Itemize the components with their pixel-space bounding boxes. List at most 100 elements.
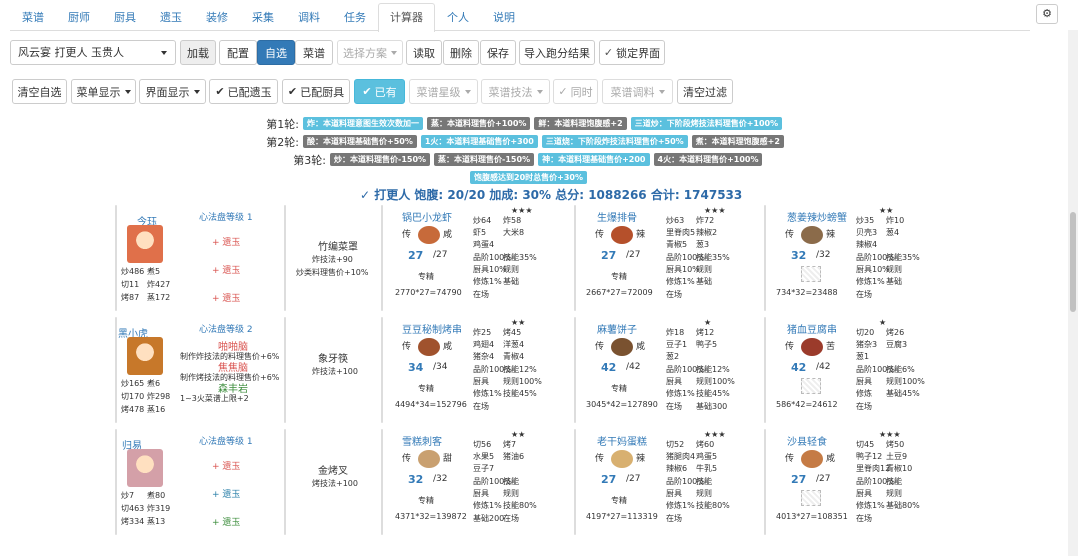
recipe-bonus: 基础: [503, 277, 519, 286]
tool-equipped-toggle[interactable]: ✔ 已配厨具: [282, 79, 350, 104]
rule-badge: 酸：本道料理基础售价+50%: [303, 135, 417, 148]
recipe-card[interactable]: [764, 317, 766, 423]
recipe-material: 猪杂3: [856, 340, 878, 349]
recipe-material: 炸18: [666, 328, 685, 337]
tab-4[interactable]: 装修: [194, 3, 240, 31]
recipe-image: [418, 450, 440, 468]
read-button[interactable]: 读取: [406, 40, 442, 65]
recipe-card[interactable]: [574, 205, 576, 311]
tool-effect: 炸技法+100: [312, 367, 358, 376]
recipe-material: 炸72: [696, 216, 715, 225]
clear-filter-button[interactable]: 清空过滤: [677, 79, 733, 104]
chef-avatar: [127, 225, 163, 263]
load-button[interactable]: 加载: [180, 40, 216, 65]
tool-card[interactable]: [284, 429, 286, 535]
tab-7[interactable]: 任务: [332, 3, 378, 31]
recipe-quality: 传: [595, 230, 605, 240]
rule-badge: 1火：本道料理基础售价+300: [420, 135, 538, 148]
gem-slot[interactable]: + 遗玉: [212, 515, 240, 528]
recipe-card[interactable]: [574, 429, 576, 535]
gem-slot[interactable]: + 遗玉: [212, 235, 240, 248]
ui-show-dropdown[interactable]: 界面显示: [139, 79, 206, 104]
recipe-season-dropdown[interactable]: 菜谱调料: [602, 79, 673, 104]
tab-1[interactable]: 厨师: [56, 3, 102, 31]
recipe-star-dropdown[interactable]: 菜谱星级: [409, 79, 478, 104]
recipe-material: 辣椒2: [696, 228, 718, 237]
recipe-material: 炒35: [856, 216, 875, 225]
recipe-bonus: 修炼1%: [666, 389, 695, 398]
owned-label: 已有: [374, 85, 397, 99]
chef-stat: 烤87: [121, 293, 140, 302]
recipe-place: 在场: [666, 402, 682, 411]
recipe-material: 炸58: [503, 216, 522, 225]
check-icon: ✔: [287, 85, 298, 98]
import-result-button[interactable]: 导入跑分结果: [519, 40, 595, 65]
chef-stat: 烤478: [121, 405, 145, 414]
scheme-dropdown[interactable]: 选择方案: [337, 40, 403, 65]
recipe-card[interactable]: [764, 205, 766, 311]
gem-slot[interactable]: + 遗玉: [212, 263, 240, 276]
chef-card[interactable]: [115, 317, 117, 423]
chef-card[interactable]: [115, 429, 117, 535]
recipe-skill-label: 菜谱技法: [488, 85, 533, 99]
menu-show-dropdown[interactable]: 菜单显示: [71, 79, 136, 104]
owned-toggle[interactable]: ✔ 已有: [354, 79, 405, 104]
tab-0[interactable]: 菜谱: [10, 3, 56, 31]
check-icon: ✔: [362, 85, 372, 98]
same-time-toggle[interactable]: ✓ 同时: [553, 79, 598, 104]
tab-5[interactable]: 采集: [240, 3, 286, 31]
gem-slot[interactable]: + 遗玉: [212, 487, 240, 500]
recipe-card[interactable]: [574, 317, 576, 423]
gem-slot[interactable]: + 遗玉: [212, 459, 240, 472]
recipe-bonus: 修炼1%: [473, 501, 502, 510]
tab-3[interactable]: 遗玉: [148, 3, 194, 31]
recipe-count: 32: [408, 473, 424, 486]
gem-equipped-label: 已配遗玉: [227, 85, 272, 99]
scheme-select[interactable]: 风云宴 打更人 玉贵人: [10, 40, 176, 65]
recipe-image: [801, 338, 823, 356]
recipe-button[interactable]: 菜谱: [295, 40, 333, 65]
recipe-bonus: 技能: [886, 477, 902, 486]
tool-card[interactable]: [284, 317, 286, 423]
recipe-material: 土豆9: [886, 452, 908, 461]
recipe-card[interactable]: [381, 205, 383, 311]
config-button[interactable]: 配置: [219, 40, 257, 65]
recipe-card[interactable]: [381, 429, 383, 535]
recipe-material: 葱3: [696, 240, 710, 249]
lock-ui-label: 锁定界面: [616, 46, 661, 60]
settings-gear-button[interactable]: ⚙: [1036, 4, 1058, 24]
recipe-material: 大米8: [503, 228, 525, 237]
recipe-stars: ★★★: [704, 430, 726, 439]
tab-2[interactable]: 厨具: [102, 3, 148, 31]
gem-equipped-toggle[interactable]: ✔ 已配遗玉: [209, 79, 278, 104]
lock-ui-button[interactable]: ✓ 锁定界面: [599, 40, 665, 65]
recipe-bonus: 修炼: [856, 389, 872, 398]
recipe-image: [418, 226, 440, 244]
recipe-material: 洋葱4: [503, 340, 525, 349]
chef-stat: 切170: [121, 392, 145, 401]
gear-icon: ⚙: [1042, 7, 1052, 20]
scheme-select-value: 风云宴 打更人 玉贵人: [18, 46, 124, 59]
tab-9[interactable]: 个人: [435, 3, 481, 31]
tab-6[interactable]: 调料: [286, 3, 332, 31]
round-row: 饱腹感达到20时总售价+30%: [470, 171, 587, 184]
self-select-button[interactable]: 自选: [257, 40, 295, 65]
chef-card[interactable]: [115, 205, 117, 311]
recipe-skill-dropdown[interactable]: 菜谱技法: [481, 79, 550, 104]
recipe-material: 里脊肉5: [666, 228, 696, 237]
chevron-down-icon: [536, 89, 543, 94]
scrollbar-thumb[interactable]: [1070, 212, 1076, 312]
tab-8[interactable]: 计算器: [378, 3, 435, 32]
tool-card[interactable]: [284, 205, 286, 311]
tool-effect-2: 炒类料理售价+10%: [296, 268, 369, 277]
tab-10[interactable]: 说明: [481, 3, 527, 31]
recipe-bonus: 基础: [696, 277, 712, 286]
gem-slot[interactable]: + 遗玉: [212, 291, 240, 304]
recipe-card[interactable]: [764, 429, 766, 535]
recipe-card[interactable]: [381, 317, 383, 423]
chef-stat: 煮5: [147, 267, 161, 276]
delete-button[interactable]: 删除: [443, 40, 479, 65]
recipe-material: 烤26: [886, 328, 905, 337]
clear-self-button[interactable]: 清空自选: [12, 79, 67, 104]
save-button[interactable]: 保存: [480, 40, 516, 65]
